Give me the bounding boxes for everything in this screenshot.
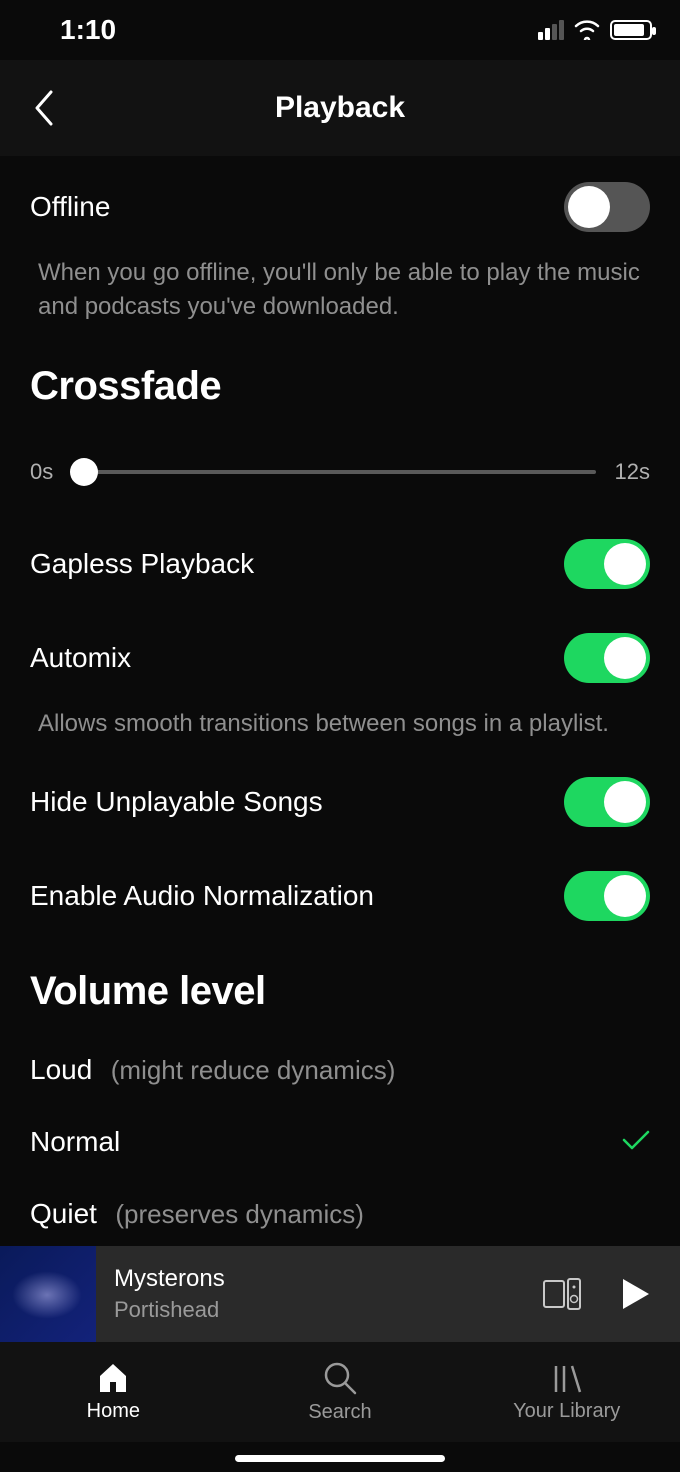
gapless-toggle[interactable] [564,539,650,589]
offline-label: Offline [30,191,110,223]
devices-icon [542,1277,582,1311]
volume-loud-hint: (might reduce dynamics) [111,1055,396,1085]
status-bar: 1:10 [0,0,680,60]
offline-toggle[interactable] [564,182,650,232]
play-button[interactable] [606,1264,666,1324]
search-icon [323,1361,357,1395]
battery-icon [610,20,652,40]
hide-unplayable-label: Hide Unplayable Songs [30,786,323,818]
volume-option-quiet[interactable]: Quiet (preserves dynamics) [30,1178,650,1250]
crossfade-title: Crossfade [30,334,650,429]
volume-quiet-hint: (preserves dynamics) [115,1199,364,1229]
home-icon [96,1362,130,1394]
volume-normal-label: Normal [30,1126,120,1157]
wifi-icon [574,20,600,40]
gapless-label: Gapless Playback [30,548,254,580]
gapless-setting: Gapless Playback [30,513,650,607]
automix-toggle[interactable] [564,633,650,683]
tab-home[interactable]: Home [0,1342,227,1442]
now-playing-artist: Portishead [114,1297,514,1323]
tab-bar: Home Search Your Library [0,1342,680,1442]
offline-setting: Offline [30,156,650,250]
crossfade-slider[interactable] [84,470,596,474]
status-time: 1:10 [60,14,116,46]
status-indicators [538,20,652,40]
volume-level-title: Volume level [30,939,650,1034]
chevron-left-icon [33,90,55,126]
crossfade-slider-row: 0s 12s [30,429,650,513]
now-playing-info: Mysterons Portishead [96,1265,532,1323]
checkmark-icon [622,1129,650,1156]
hide-unplayable-toggle[interactable] [564,777,650,827]
cellular-signal-icon [538,20,564,40]
automix-description: Allows smooth transitions between songs … [30,701,650,751]
now-playing-bar[interactable]: Mysterons Portishead [0,1246,680,1342]
crossfade-max-label: 12s [614,459,650,485]
normalization-toggle[interactable] [564,871,650,921]
home-indicator[interactable] [235,1455,445,1462]
crossfade-min-label: 0s [30,459,66,485]
tab-home-label: Home [87,1400,140,1423]
hide-unplayable-setting: Hide Unplayable Songs [30,751,650,845]
back-button[interactable] [24,88,64,128]
offline-description: When you go offline, you'll only be able… [30,250,650,334]
header: Playback [0,60,680,156]
tab-library[interactable]: Your Library [453,1342,680,1442]
page-title: Playback [275,91,405,125]
crossfade-slider-thumb[interactable] [70,458,98,486]
automix-label: Automix [30,642,131,674]
automix-setting: Automix [30,607,650,701]
normalization-label: Enable Audio Normalization [30,880,374,912]
tab-library-label: Your Library [513,1400,620,1423]
volume-quiet-label: Quiet [30,1198,97,1229]
tab-search[interactable]: Search [227,1342,454,1442]
devices-button[interactable] [532,1264,592,1324]
tab-search-label: Search [308,1401,371,1424]
normalization-setting: Enable Audio Normalization [30,845,650,939]
volume-option-loud[interactable]: Loud (might reduce dynamics) [30,1034,650,1106]
now-playing-title: Mysterons [114,1265,514,1293]
library-icon [550,1362,584,1394]
play-icon [621,1277,651,1311]
now-playing-art [0,1246,96,1342]
volume-option-normal[interactable]: Normal [30,1106,650,1178]
volume-loud-label: Loud [30,1054,92,1085]
